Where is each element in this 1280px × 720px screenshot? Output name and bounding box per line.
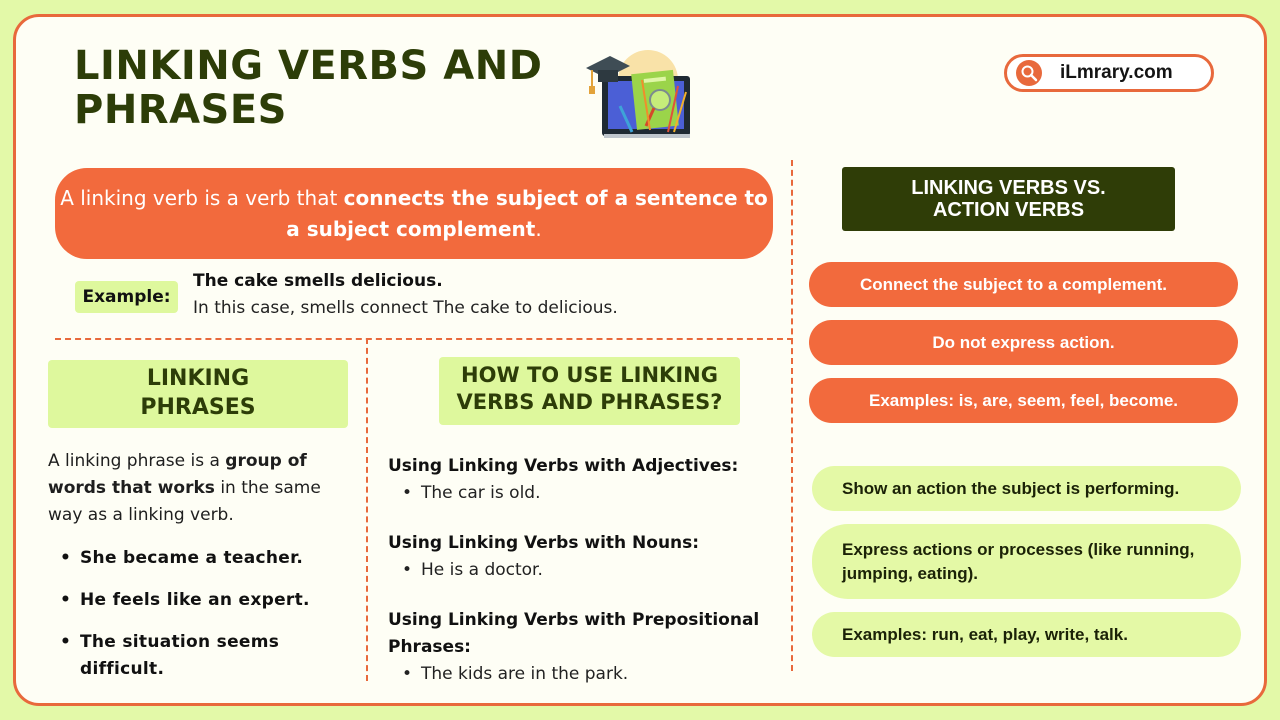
linking-verb-point: Examples: is, are, seem, feel, become.	[809, 378, 1238, 423]
how-to-section-example: The car is old.	[388, 480, 783, 507]
vertical-divider-right	[791, 160, 793, 671]
heading-line: LINKING	[146, 366, 250, 391]
search-icon	[1016, 60, 1042, 86]
how-to-section-heading: Using Linking Verbs with Prepositional P…	[388, 610, 760, 657]
linking-phrase-examples: She became a teacher. He feels like an e…	[60, 545, 350, 698]
how-to-section-example: He is a doctor.	[388, 557, 783, 584]
list-item: The situation seems difficult.	[60, 629, 350, 683]
page-title: LINKING VERBS AND PHRASES	[74, 44, 594, 132]
definition-suffix: .	[535, 217, 542, 241]
comparison-heading: LINKING VERBS VS. ACTION VERBS	[842, 167, 1175, 231]
point-text: Examples: run, eat, play, write, talk.	[842, 624, 1128, 644]
point-text: Examples: is, are, seem, feel, become.	[869, 390, 1178, 410]
title-line-2: PHRASES	[74, 87, 287, 133]
list-item: He feels like an expert.	[60, 587, 350, 614]
phrase-def-prefix: A linking phrase is a	[48, 451, 226, 471]
linking-phrase-definition: A linking phrase is a group of words tha…	[48, 448, 348, 529]
heading-line: HOW TO USE LINKING	[461, 363, 718, 387]
site-name: iLmrary.com	[1060, 62, 1173, 83]
action-verb-point: Express actions or processes (like runni…	[812, 524, 1241, 599]
vertical-divider-middle	[366, 338, 368, 681]
education-illustration-icon	[584, 46, 696, 142]
horizontal-divider	[55, 338, 793, 340]
example-sentence: The cake smells delicious.	[193, 271, 443, 291]
action-verb-point: Show an action the subject is performing…	[812, 466, 1241, 511]
how-to-section-prepositional: Using Linking Verbs with Prepositional P…	[388, 607, 783, 688]
how-to-section-nouns: Using Linking Verbs with Nouns: He is a …	[388, 530, 783, 584]
heading-line: LINKING VERBS VS.	[911, 177, 1106, 199]
definition-banner: A linking verb is a verb that connects t…	[55, 168, 773, 259]
heading-line: VERBS AND PHRASES?	[456, 390, 723, 414]
linking-verb-point: Do not express action.	[809, 320, 1238, 365]
how-to-section-adjectives: Using Linking Verbs with Adjectives: The…	[388, 453, 783, 507]
point-text: Express actions or processes (like runni…	[842, 539, 1195, 583]
point-text: Connect the subject to a complement.	[860, 274, 1167, 294]
definition-prefix: A linking verb is a verb that	[60, 186, 344, 210]
example-badge: Example:	[75, 281, 178, 313]
site-link-badge[interactable]: iLmrary.com	[1004, 54, 1214, 92]
definition-bold: connects the subject of a sentence to a …	[286, 186, 768, 241]
example-explanation: In this case, smells connect The cake to…	[193, 298, 618, 318]
heading-line: PHRASES	[140, 395, 256, 420]
action-verb-point: Examples: run, eat, play, write, talk.	[812, 612, 1241, 657]
how-to-use-heading: HOW TO USE LINKING VERBS AND PHRASES?	[439, 357, 740, 425]
title-line-1: LINKING VERBS AND	[74, 43, 543, 89]
linking-phrases-heading: LINKING PHRASES	[48, 360, 348, 428]
linking-verb-point: Connect the subject to a complement.	[809, 262, 1238, 307]
how-to-section-example: The kids are in the park.	[388, 661, 783, 688]
point-text: Show an action the subject is performing…	[842, 478, 1180, 498]
heading-line: ACTION VERBS	[932, 199, 1085, 221]
point-text: Do not express action.	[932, 332, 1115, 352]
how-to-section-heading: Using Linking Verbs with Adjectives:	[388, 456, 739, 476]
how-to-section-heading: Using Linking Verbs with Nouns:	[388, 533, 700, 553]
list-item: She became a teacher.	[60, 545, 350, 572]
